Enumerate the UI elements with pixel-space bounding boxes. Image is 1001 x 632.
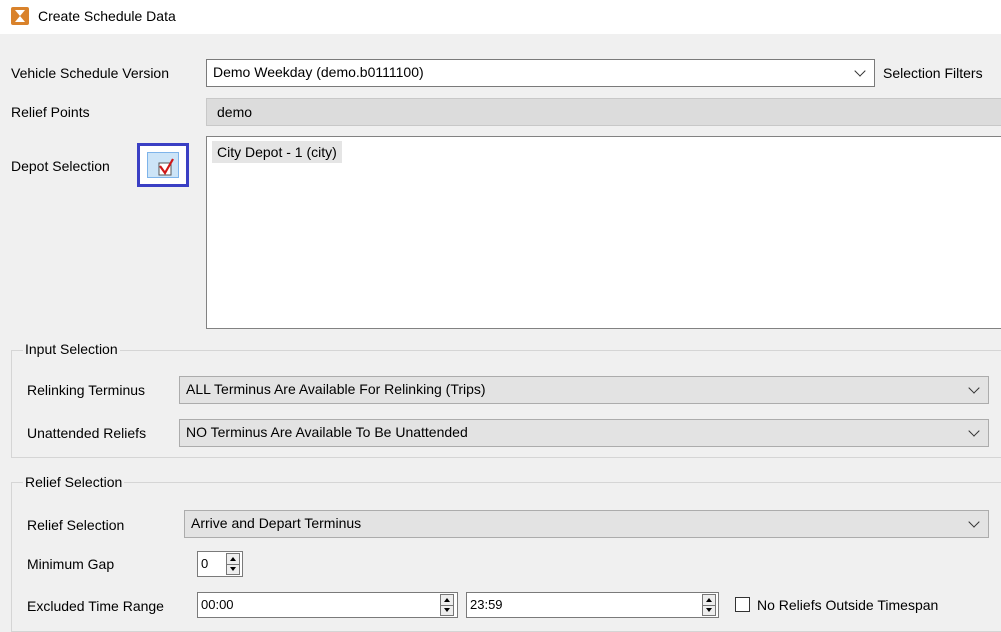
no-reliefs-outside-checkbox[interactable] xyxy=(735,597,750,612)
start-time-spin-icon[interactable] xyxy=(440,594,454,616)
excluded-time-end-value: 23:59 xyxy=(470,597,503,612)
minimum-gap-value: 0 xyxy=(201,556,209,571)
relinking-terminus-value: ALL Terminus Are Available For Relinking… xyxy=(186,381,486,397)
selection-filters-label: Selection Filters xyxy=(883,65,983,81)
relinking-terminus-label: Relinking Terminus xyxy=(27,382,146,398)
excluded-time-end-field[interactable]: 23:59 xyxy=(466,592,719,618)
window-title: Create Schedule Data xyxy=(38,8,176,24)
vehicle-schedule-dropdown[interactable]: Demo Weekday (demo.b0111100) xyxy=(206,59,875,87)
checkmark-icon xyxy=(158,158,174,176)
relief-selection-value: Arrive and Depart Terminus xyxy=(191,515,362,531)
chevron-down-icon xyxy=(968,516,980,528)
relinking-terminus-dropdown[interactable]: ALL Terminus Are Available For Relinking… xyxy=(179,376,989,404)
unattended-reliefs-value: NO Terminus Are Available To Be Unattend… xyxy=(186,424,468,440)
input-selection-title: Input Selection xyxy=(23,341,120,357)
end-time-spin-icon[interactable] xyxy=(702,594,716,616)
depot-list[interactable]: City Depot - 1 (city) xyxy=(206,136,1001,329)
checkbox-icon-frame xyxy=(147,152,179,178)
chevron-down-icon xyxy=(854,65,866,77)
depot-list-item[interactable]: City Depot - 1 (city) xyxy=(212,141,342,163)
no-reliefs-outside-label: No Reliefs Outside Timespan xyxy=(757,597,939,613)
relief-points-value: demo xyxy=(217,104,253,120)
hourglass-icon xyxy=(11,7,29,25)
vehicle-schedule-label: Vehicle Schedule Version xyxy=(11,65,169,81)
relief-points-field: demo xyxy=(206,98,1001,126)
depot-select-all-button[interactable] xyxy=(137,143,189,187)
relief-selection-title: Relief Selection xyxy=(23,474,125,490)
excluded-time-start-value: 00:00 xyxy=(201,597,234,612)
relief-selection-dropdown[interactable]: Arrive and Depart Terminus xyxy=(184,510,989,538)
minimum-gap-label: Minimum Gap xyxy=(27,556,115,572)
vehicle-schedule-value: Demo Weekday (demo.b0111100) xyxy=(213,64,424,80)
unattended-reliefs-dropdown[interactable]: NO Terminus Are Available To Be Unattend… xyxy=(179,419,989,447)
depot-selection-label: Depot Selection xyxy=(11,158,110,174)
minimum-gap-spin-icon[interactable] xyxy=(226,553,240,575)
relief-selection-label: Relief Selection xyxy=(27,517,125,533)
excluded-time-start-field[interactable]: 00:00 xyxy=(197,592,458,618)
unattended-reliefs-label: Unattended Reliefs xyxy=(27,425,147,441)
title-bar: Create Schedule Data xyxy=(0,0,1001,34)
excluded-time-range-label: Excluded Time Range xyxy=(27,598,164,614)
relief-points-label: Relief Points xyxy=(11,104,90,120)
chevron-down-icon xyxy=(968,425,980,437)
chevron-down-icon xyxy=(968,382,980,394)
